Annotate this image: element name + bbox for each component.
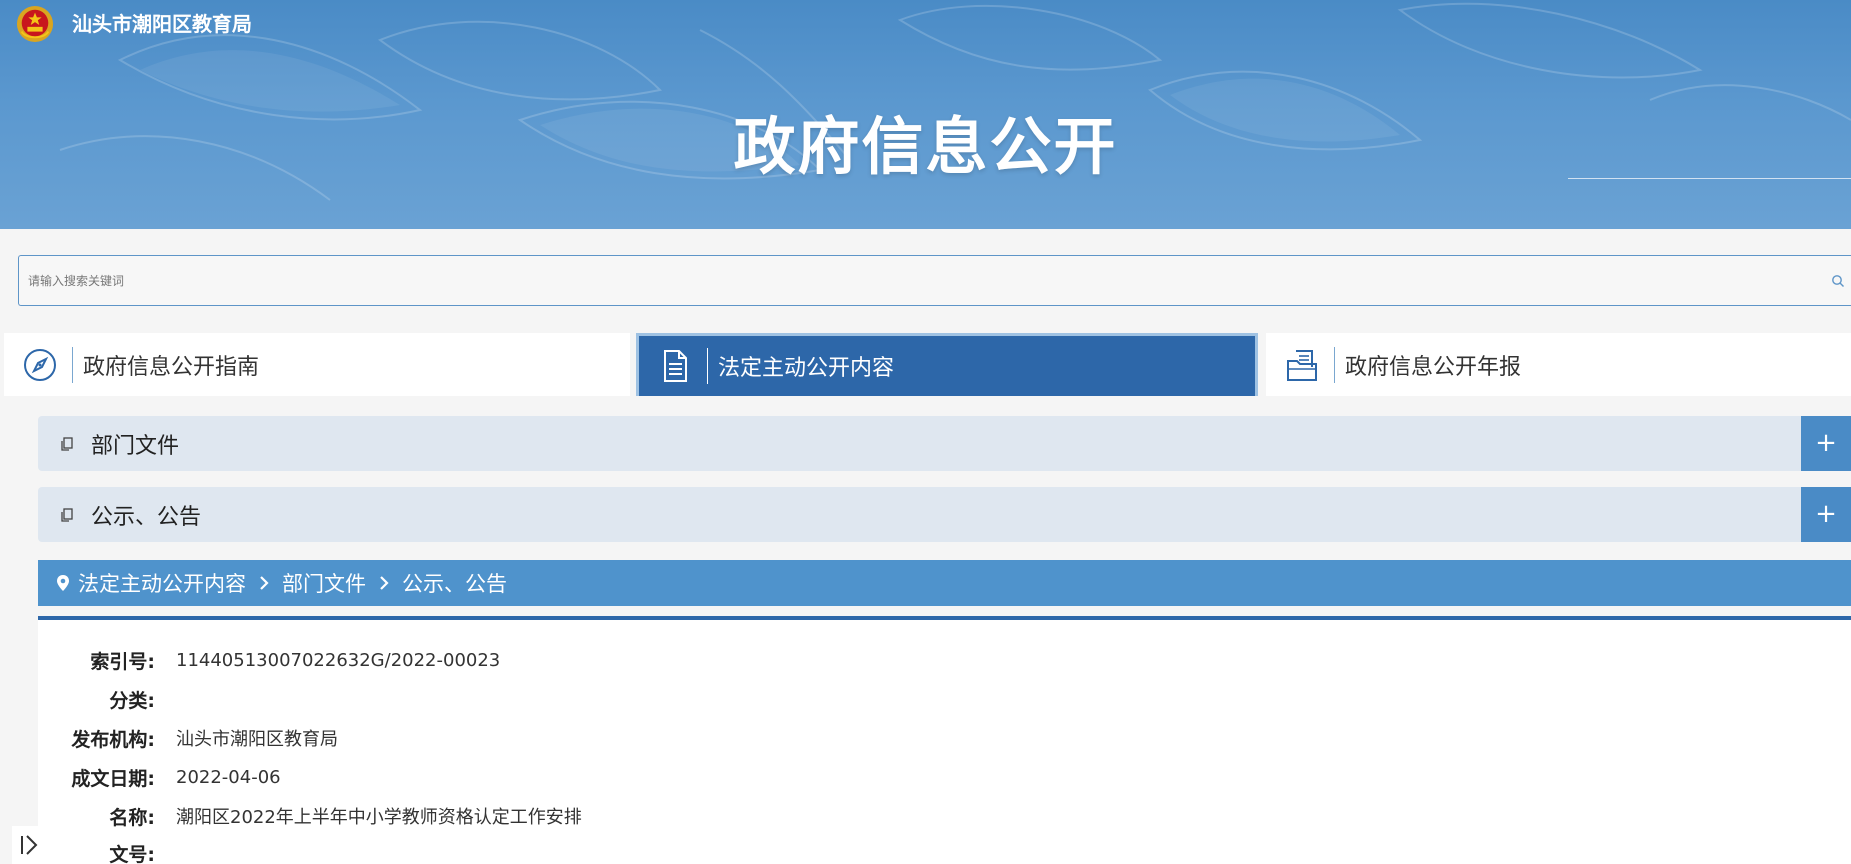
document-info-panel: 索引号: 11440513007022632G/2022-00023 分类: 发… — [38, 620, 1851, 864]
national-emblem-icon — [16, 5, 54, 43]
expand-panel-icon — [21, 835, 38, 855]
breadcrumb-item[interactable]: 部门文件 — [282, 568, 366, 598]
location-pin-icon — [57, 575, 69, 591]
search-input[interactable] — [19, 256, 1831, 305]
info-row-publisher: 发布机构: 汕头市潮阳区教育局 — [38, 723, 338, 753]
info-value: 2022-04-06 — [176, 766, 281, 788]
category-label: 部门文件 — [91, 433, 180, 459]
expand-button[interactable]: + — [1801, 487, 1851, 542]
info-value: 汕头市潮阳区教育局 — [176, 729, 338, 750]
info-key: 分类: — [109, 689, 155, 712]
category-notices[interactable]: 公示、公告 + — [38, 487, 1851, 542]
compass-icon — [24, 348, 56, 381]
tab-label: 政府信息公开年报 — [1345, 354, 1522, 380]
site-name: 汕头市潮阳区教育局 — [72, 12, 252, 36]
copy-document-icon — [61, 507, 73, 522]
tab-guide[interactable]: 政府信息公开指南 — [4, 333, 630, 396]
tab-label: 政府信息公开指南 — [83, 354, 260, 380]
header-divider — [1568, 178, 1851, 179]
tab-divider — [72, 346, 73, 383]
breadcrumb-item[interactable]: 公示、公告 — [402, 568, 507, 598]
folder-report-icon — [1287, 349, 1317, 381]
search-bar — [18, 255, 1851, 306]
breadcrumb-item[interactable]: 法定主动公开内容 — [78, 568, 246, 598]
tab-annual-report[interactable]: 政府信息公开年报 — [1266, 333, 1851, 396]
tab-statutory-content[interactable]: 法定主动公开内容 — [636, 333, 1258, 396]
info-row-category: 分类: — [38, 684, 176, 714]
info-row-date: 成文日期: 2022-04-06 — [38, 762, 281, 792]
category-label: 公示、公告 — [91, 504, 202, 530]
info-row-index: 索引号: 11440513007022632G/2022-00023 — [38, 645, 500, 675]
sidebar-toggle-button[interactable] — [12, 826, 46, 864]
info-value: 潮阳区2022年上半年中小学教师资格认定工作安排 — [176, 807, 582, 828]
info-row-title: 名称: 潮阳区2022年上半年中小学教师资格认定工作安排 — [38, 801, 582, 831]
breadcrumb: 法定主动公开内容 部门文件 公示、公告 — [38, 560, 1851, 606]
header-banner: 汕头市潮阳区教育局 政府信息公开 — [0, 0, 1851, 229]
copy-document-icon — [61, 436, 73, 451]
tab-divider — [1334, 346, 1335, 383]
page-title: 政府信息公开 — [733, 110, 1118, 183]
info-key: 索引号: — [90, 650, 155, 673]
info-value: 11440513007022632G/2022-00023 — [176, 649, 501, 671]
chevron-right-icon — [380, 576, 389, 590]
tab-divider — [707, 348, 708, 384]
expand-button[interactable]: + — [1801, 416, 1851, 471]
document-icon — [664, 350, 687, 382]
chevron-right-icon — [260, 576, 269, 590]
info-row-doc-number: 文号: — [38, 838, 176, 864]
info-key: 成文日期: — [71, 767, 155, 790]
category-department-files[interactable]: 部门文件 + — [38, 416, 1851, 471]
site-logo[interactable]: 汕头市潮阳区教育局 — [16, 5, 252, 43]
tab-label: 法定主动公开内容 — [718, 356, 895, 381]
info-key: 发布机构: — [71, 728, 155, 751]
info-key: 名称: — [109, 806, 155, 829]
search-icon[interactable] — [1831, 274, 1845, 288]
info-key: 文号: — [109, 843, 155, 864]
